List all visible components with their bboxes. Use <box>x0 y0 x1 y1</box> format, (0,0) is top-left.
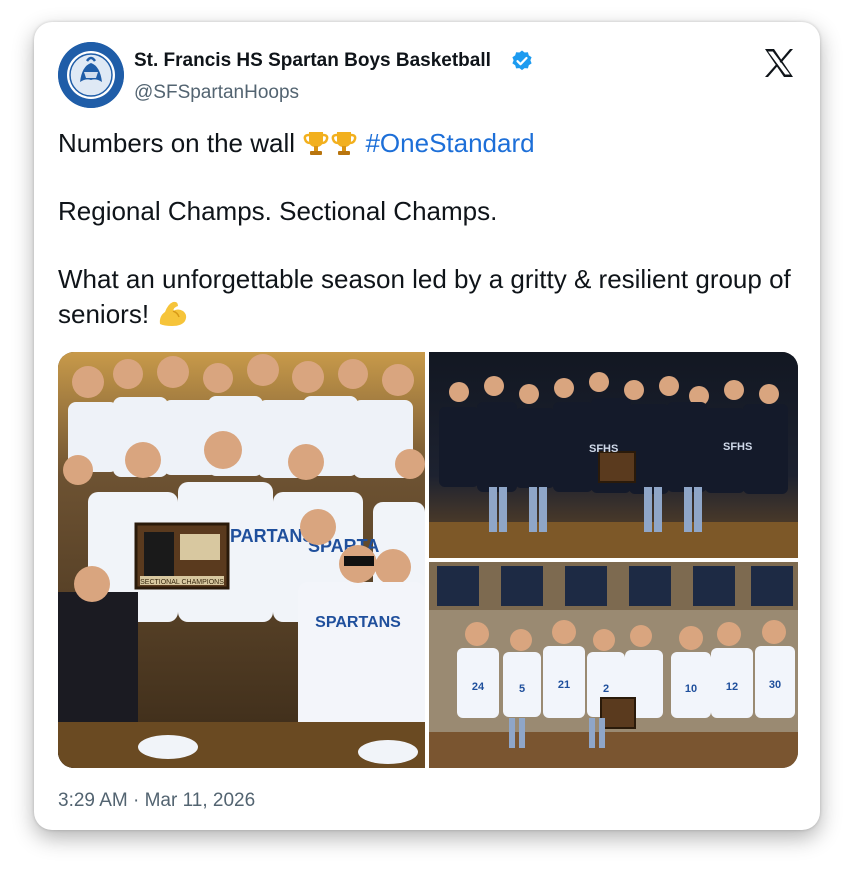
trophy-icon <box>331 132 357 155</box>
tweet-text: Numbers on the wall #OneStandard Regiona… <box>58 126 798 332</box>
svg-text:30: 30 <box>769 679 781 691</box>
svg-text:5: 5 <box>519 683 525 695</box>
timestamp[interactable]: 3:29 AM · Mar 11, 2026 <box>58 790 255 812</box>
tweet-card: St. Francis HS Spartan Boys Basketball @… <box>34 22 820 830</box>
tweet-line-1: Numbers on the wall #OneStandard <box>58 126 798 161</box>
verified-badge-icon <box>512 50 532 71</box>
svg-text:2: 2 <box>603 683 609 695</box>
account-name[interactable]: St. Francis HS Spartan Boys Basketball <box>134 50 491 72</box>
account-handle[interactable]: @SFSpartanHoops <box>134 82 299 104</box>
svg-text:10: 10 <box>685 683 697 695</box>
svg-text:24: 24 <box>472 681 485 693</box>
plaque-text: SECTIONAL CHAMPIONS <box>140 579 224 586</box>
team-photo-large[interactable]: 22SPARTANS SPARTA5 SECTIONAL CHAMPIONS S… <box>58 352 425 768</box>
team-photo-celebration[interactable]: SFHS SFHS <box>429 352 798 558</box>
svg-text:12: 12 <box>726 681 738 693</box>
tweet-line-1-text: Numbers on the wall <box>58 128 295 158</box>
flexed-biceps-icon <box>160 301 187 326</box>
tweet-line-2: Regional Champs. Sectional Champs. <box>58 196 498 226</box>
x-logo-icon[interactable] <box>762 46 796 80</box>
jersey-text: SPARTANS <box>315 614 401 631</box>
team-photo-gym[interactable]: 24 5 21 2 10 12 30 <box>429 562 798 768</box>
svg-text:21: 21 <box>558 679 570 691</box>
hashtag-link[interactable]: #OneStandard <box>365 128 534 158</box>
svg-text:SFHS: SFHS <box>723 441 752 453</box>
avatar[interactable] <box>58 42 124 108</box>
svg-text:SPARTANS: SPARTANS <box>218 526 314 546</box>
media-grid[interactable]: 22SPARTANS SPARTA5 SECTIONAL CHAMPIONS S… <box>58 352 798 768</box>
svg-text:SFHS: SFHS <box>589 443 618 455</box>
tweet-line-3: What an unforgettable season led by a gr… <box>58 262 798 332</box>
trophy-icon <box>303 132 329 155</box>
